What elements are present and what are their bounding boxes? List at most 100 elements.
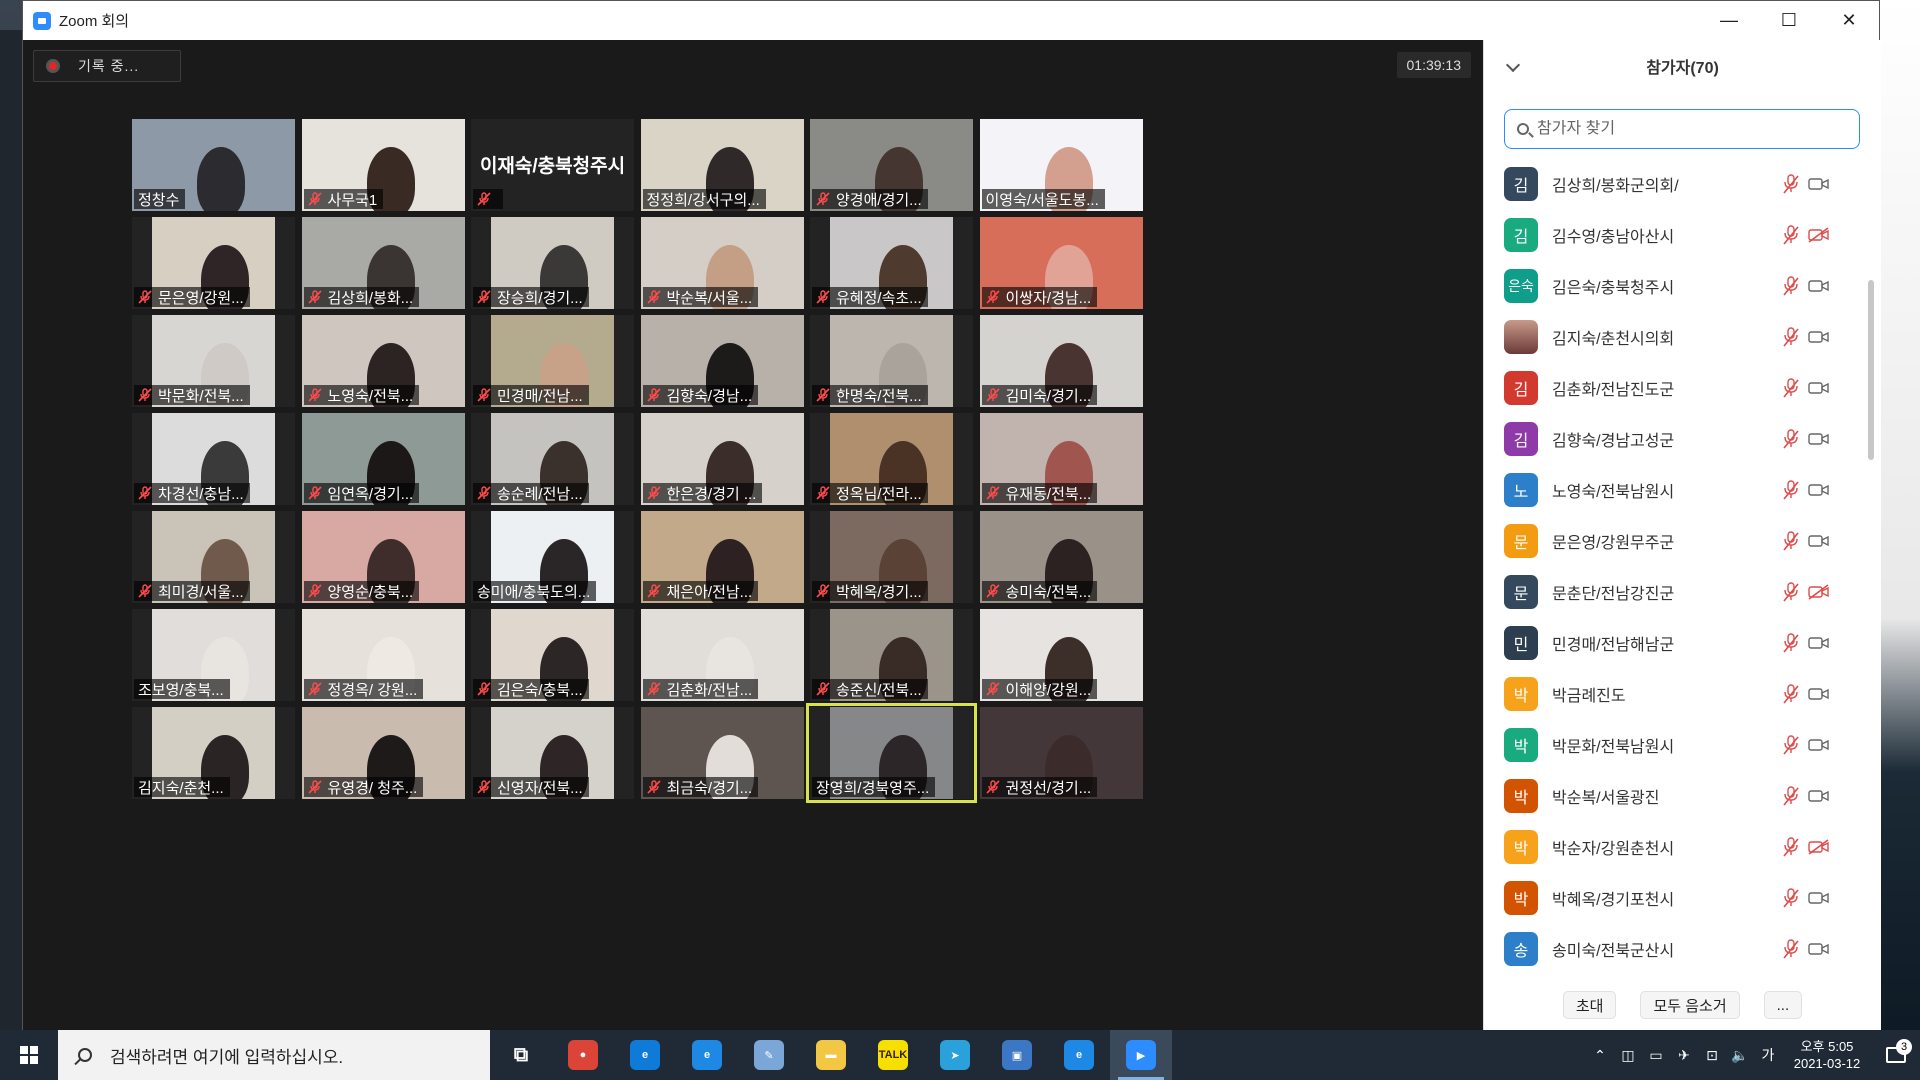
video-tile[interactable]: 양경애/경기...	[810, 119, 973, 211]
participant-search-input[interactable]	[1537, 120, 1837, 138]
mic-muted-icon[interactable]	[1782, 888, 1800, 908]
mic-muted-icon[interactable]	[1782, 378, 1800, 398]
mic-muted-icon[interactable]	[1782, 327, 1800, 347]
mic-muted-icon[interactable]	[1782, 837, 1800, 857]
mic-muted-icon[interactable]	[1782, 582, 1800, 602]
volume-muted-icon[interactable]: 🔈	[1726, 1030, 1754, 1080]
mute-all-button[interactable]: 모두 음소거	[1640, 991, 1740, 1019]
participant-search[interactable]	[1504, 109, 1860, 149]
clock[interactable]: 오후 5:05 2021-03-12	[1782, 1038, 1872, 1072]
minimize-button[interactable]: —	[1699, 1, 1759, 40]
video-camera-icon[interactable]	[1808, 278, 1830, 294]
video-tile[interactable]: 장승희/경기...	[471, 217, 634, 309]
invite-button[interactable]: 초대	[1562, 991, 1617, 1019]
store-taskbar-button[interactable]: ▣	[986, 1030, 1048, 1080]
participant-row[interactable]: 노 노영숙/전북남원시	[1484, 464, 1864, 515]
video-tile[interactable]: 김상희/봉화...	[301, 217, 465, 309]
participant-row[interactable]: 김 김수영/충남아산시	[1484, 209, 1864, 260]
task-view-taskbar-button[interactable]: ⧉	[490, 1030, 552, 1080]
notification-center-button[interactable]: 3	[1872, 1039, 1920, 1063]
video-tile[interactable]: 김지숙/춘천...	[132, 707, 295, 799]
video-tile[interactable]: 김향숙/경남...	[640, 315, 804, 407]
video-off-icon[interactable]	[1808, 839, 1830, 855]
video-tile[interactable]: 조보영/충북...	[132, 609, 295, 701]
participant-row[interactable]: 민 민경매/전남해남군	[1484, 617, 1864, 668]
mic-muted-icon[interactable]	[1782, 684, 1800, 704]
video-tile[interactable]: 박순복/서울...	[640, 217, 804, 309]
video-camera-icon[interactable]	[1808, 533, 1830, 549]
video-camera-icon[interactable]	[1808, 176, 1830, 192]
video-camera-icon[interactable]	[1808, 482, 1830, 498]
mic-muted-icon[interactable]	[1782, 735, 1800, 755]
video-tile[interactable]: 이영숙/서울도봉...	[979, 119, 1143, 211]
video-tile[interactable]: 송준신/전북...	[810, 609, 973, 701]
camera-icon[interactable]: ◫	[1614, 1030, 1642, 1080]
maximize-button[interactable]: ☐	[1759, 1, 1819, 40]
close-button[interactable]: ✕	[1819, 1, 1879, 40]
video-tile[interactable]: 사무국1	[301, 119, 465, 211]
file-explorer-taskbar-button[interactable]: ▬	[800, 1030, 862, 1080]
video-tile[interactable]: 노영숙/전북...	[301, 315, 465, 407]
video-tile[interactable]: 송순례/전남...	[471, 413, 634, 505]
video-tile[interactable]: 정창수	[132, 119, 295, 211]
participant-row[interactable]: 문 문춘단/전남강진군	[1484, 566, 1864, 617]
participant-row[interactable]: 문 문은영/강원무주군	[1484, 515, 1864, 566]
mic-muted-icon[interactable]	[1782, 531, 1800, 551]
video-tile[interactable]: 송미애/충북도의...	[471, 511, 634, 603]
video-tile[interactable]: 양영순/충북...	[301, 511, 465, 603]
video-camera-icon[interactable]	[1808, 788, 1830, 804]
video-tile[interactable]: 김미숙/경기...	[979, 315, 1143, 407]
video-tile[interactable]: 이재숙/충북청주시	[471, 119, 634, 211]
participant-row[interactable]: 송 송미숙/전북군산시	[1484, 923, 1864, 974]
participant-row[interactable]: 은숙 김은숙/충북청주시	[1484, 260, 1864, 311]
video-tile[interactable]: 한은경/경기 ...	[640, 413, 804, 505]
video-tile[interactable]: 민경매/전남...	[471, 315, 634, 407]
participant-list-scrollbar[interactable]	[1868, 280, 1874, 460]
video-tile[interactable]: 유재동/전북...	[979, 413, 1143, 505]
video-tile[interactable]: 한명숙/전북...	[810, 315, 973, 407]
video-tile[interactable]: 문은영/강원...	[132, 217, 295, 309]
mic-muted-icon[interactable]	[1782, 939, 1800, 959]
mic-muted-icon[interactable]	[1782, 480, 1800, 500]
video-tile[interactable]: 김춘화/전남...	[640, 609, 804, 701]
video-tile[interactable]: 김은숙/충북...	[471, 609, 634, 701]
video-tile[interactable]: 이해양/강원...	[979, 609, 1143, 701]
edge-taskbar-button[interactable]: e	[614, 1030, 676, 1080]
mic-muted-icon[interactable]	[1782, 786, 1800, 806]
video-tile[interactable]: 최금숙/경기...	[640, 707, 804, 799]
chevron-up-icon[interactable]: ⌃	[1586, 1030, 1614, 1080]
telegram-taskbar-button[interactable]: ➤	[924, 1030, 986, 1080]
zoom-taskbar-button[interactable]: ▶	[1110, 1030, 1172, 1080]
video-camera-icon[interactable]	[1808, 635, 1830, 651]
participant-row[interactable]: 김 김상희/봉화군의회/	[1484, 158, 1864, 209]
video-tile[interactable]: 채은아/전남...	[640, 511, 804, 603]
video-camera-icon[interactable]	[1808, 431, 1830, 447]
participant-row[interactable]: 박 박순복/서울광진	[1484, 770, 1864, 821]
video-tile[interactable]: 박문화/전북...	[132, 315, 295, 407]
display-icon[interactable]: ⊡	[1698, 1030, 1726, 1080]
chrome-taskbar-button[interactable]: ●	[552, 1030, 614, 1080]
video-tile[interactable]: 정경옥/ 강원...	[301, 609, 465, 701]
participant-row[interactable]: 박 박금례진도	[1484, 668, 1864, 719]
video-tile[interactable]: 박혜옥/경기...	[810, 511, 973, 603]
paint-taskbar-button[interactable]: ✎	[738, 1030, 800, 1080]
ie-taskbar-button[interactable]: e	[676, 1030, 738, 1080]
video-camera-icon[interactable]	[1808, 686, 1830, 702]
participant-row[interactable]: 김 김향숙/경남고성군	[1484, 413, 1864, 464]
kakaotalk-taskbar-button[interactable]: TALK	[862, 1030, 924, 1080]
video-camera-icon[interactable]	[1808, 380, 1830, 396]
mic-muted-icon[interactable]	[1782, 174, 1800, 194]
video-off-icon[interactable]	[1808, 227, 1830, 243]
video-tile[interactable]: 신영자/전북...	[471, 707, 634, 799]
mic-muted-icon[interactable]	[1782, 276, 1800, 296]
video-tile[interactable]: 정옥님/전라...	[810, 413, 973, 505]
video-camera-icon[interactable]	[1808, 737, 1830, 753]
network-icon[interactable]: ✈	[1670, 1030, 1698, 1080]
video-camera-icon[interactable]	[1808, 890, 1830, 906]
participant-row[interactable]: 김지숙/춘천시의회	[1484, 311, 1864, 362]
participant-row[interactable]: 박 박순자/강원춘천시	[1484, 821, 1864, 872]
taskbar-search[interactable]: 검색하려면 여기에 입력하십시오.	[58, 1030, 490, 1080]
video-tile[interactable]: 이쌍자/경남...	[979, 217, 1143, 309]
start-button[interactable]	[0, 1030, 58, 1080]
video-camera-icon[interactable]	[1808, 941, 1830, 957]
